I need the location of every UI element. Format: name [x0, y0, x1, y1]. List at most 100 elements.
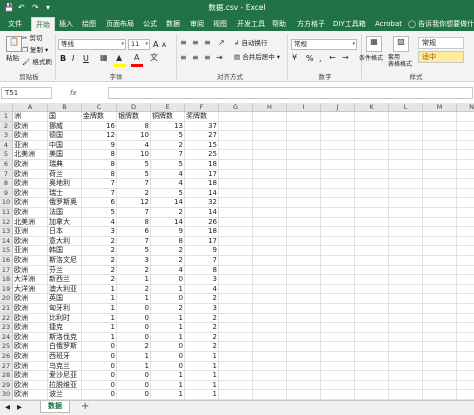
- cell[interactable]: [253, 380, 287, 391]
- row-header[interactable]: 6: [0, 160, 13, 170]
- cell[interactable]: [287, 131, 321, 141]
- cell[interactable]: 8: [117, 121, 151, 132]
- cell[interactable]: 0: [117, 313, 151, 324]
- cell[interactable]: [287, 352, 321, 362]
- cell[interactable]: 欧洲: [13, 361, 48, 372]
- cell[interactable]: [389, 380, 423, 391]
- cell[interactable]: [457, 150, 474, 160]
- cell[interactable]: [423, 380, 457, 391]
- cell[interactable]: [287, 361, 321, 372]
- cell[interactable]: [253, 131, 287, 141]
- cell[interactable]: [355, 208, 389, 218]
- cell[interactable]: 7: [117, 236, 151, 247]
- cell[interactable]: 0: [151, 275, 185, 285]
- cell[interactable]: [321, 342, 355, 352]
- cell[interactable]: [253, 342, 287, 352]
- cell[interactable]: 2: [185, 342, 219, 352]
- cell[interactable]: [219, 246, 253, 256]
- cell[interactable]: [355, 265, 389, 276]
- formula-input[interactable]: [108, 87, 473, 99]
- cell[interactable]: [321, 150, 355, 160]
- row-header[interactable]: 26: [0, 352, 13, 362]
- cell[interactable]: 银牌数: [117, 112, 151, 122]
- cell[interactable]: [253, 121, 287, 132]
- cell[interactable]: [457, 371, 474, 381]
- cell[interactable]: [253, 294, 287, 304]
- cell[interactable]: [389, 361, 423, 372]
- cell[interactable]: 0: [82, 371, 117, 381]
- cell[interactable]: 2: [185, 313, 219, 324]
- cell[interactable]: 北美洲: [13, 217, 48, 228]
- row-header[interactable]: 7: [0, 169, 13, 180]
- cell[interactable]: [355, 323, 389, 333]
- cell[interactable]: [389, 390, 423, 400]
- cell[interactable]: 3: [117, 256, 151, 266]
- font-name-select[interactable]: 等线 ▾: [58, 39, 126, 50]
- cell[interactable]: 1: [82, 284, 117, 295]
- cell[interactable]: [457, 285, 474, 295]
- cell[interactable]: [355, 275, 389, 285]
- format-as-table-button[interactable]: 套用 表格格式: [388, 54, 412, 68]
- cell[interactable]: [253, 265, 287, 276]
- cell[interactable]: [423, 332, 457, 343]
- cell[interactable]: [253, 246, 287, 256]
- cell[interactable]: [253, 188, 287, 199]
- cell[interactable]: [321, 304, 355, 314]
- tab-review[interactable]: 审阅: [190, 17, 204, 31]
- cell[interactable]: 37: [185, 121, 219, 132]
- cell[interactable]: 32: [185, 198, 219, 208]
- cell[interactable]: 中国: [48, 140, 82, 151]
- cell[interactable]: 1: [185, 380, 219, 391]
- cell[interactable]: 8: [82, 150, 117, 160]
- cell[interactable]: [457, 208, 474, 218]
- cell[interactable]: [389, 121, 423, 132]
- cell[interactable]: 10: [117, 150, 151, 160]
- cell[interactable]: [423, 390, 457, 400]
- cell[interactable]: [321, 275, 355, 285]
- cell[interactable]: 14: [185, 188, 219, 199]
- cell[interactable]: [219, 198, 253, 208]
- cell[interactable]: 爱沙尼亚: [48, 371, 82, 381]
- cell[interactable]: 5: [82, 208, 117, 218]
- cell[interactable]: 18: [185, 227, 219, 237]
- style-normal[interactable]: 常规: [418, 37, 464, 49]
- cell[interactable]: [423, 265, 457, 276]
- cell[interactable]: [423, 198, 457, 208]
- cell[interactable]: [219, 323, 253, 333]
- cell[interactable]: [457, 179, 474, 189]
- column-header-m[interactable]: M: [423, 103, 457, 112]
- cell[interactable]: [321, 265, 355, 276]
- cell[interactable]: 1: [82, 313, 117, 324]
- cell[interactable]: [389, 227, 423, 237]
- cell[interactable]: [457, 160, 474, 170]
- cell[interactable]: [457, 122, 474, 132]
- cell[interactable]: 欧洲: [13, 342, 48, 352]
- cell[interactable]: [219, 304, 253, 314]
- column-header-i[interactable]: I: [287, 103, 321, 112]
- cell[interactable]: [355, 160, 389, 170]
- cell[interactable]: [219, 256, 253, 266]
- cell[interactable]: 2: [82, 236, 117, 247]
- cell[interactable]: 1: [151, 323, 185, 333]
- cell[interactable]: [355, 121, 389, 132]
- cell[interactable]: [219, 313, 253, 324]
- cell[interactable]: [355, 112, 389, 122]
- cell[interactable]: [389, 140, 423, 151]
- row-header[interactable]: 18: [0, 275, 13, 285]
- cell[interactable]: 2: [151, 304, 185, 314]
- cell[interactable]: 美国: [48, 150, 82, 160]
- cell[interactable]: 1: [117, 352, 151, 362]
- cell[interactable]: 洲: [13, 112, 48, 122]
- cell[interactable]: 欧洲: [13, 198, 48, 208]
- cell[interactable]: [219, 208, 253, 218]
- increase-decimal-icon[interactable]: ←: [329, 53, 336, 63]
- cell[interactable]: [287, 208, 321, 218]
- conditional-format-icon[interactable]: ▦: [366, 36, 382, 52]
- cut-button[interactable]: ✂ 剪切: [22, 34, 43, 43]
- tell-me-search[interactable]: ◯ 告诉我你想要做什么: [408, 17, 474, 31]
- fx-icon[interactable]: fx: [70, 87, 77, 99]
- cell[interactable]: [219, 169, 253, 180]
- cell[interactable]: 6: [82, 198, 117, 208]
- conditional-format-button[interactable]: 条件格式: [359, 54, 383, 63]
- cell[interactable]: 3: [185, 304, 219, 314]
